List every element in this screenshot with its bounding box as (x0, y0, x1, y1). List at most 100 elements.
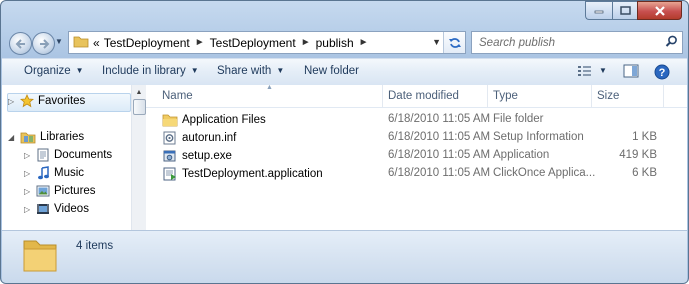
include-in-library-button[interactable]: Include in library ▼ (102, 65, 199, 77)
file-type: File folder (493, 113, 544, 125)
file-size: 419 KB (619, 149, 657, 161)
sidebar-item-documents[interactable]: ▷ Documents (24, 148, 112, 162)
search-box[interactable]: Search publish (471, 31, 683, 54)
maximize-icon (619, 6, 631, 15)
file-date: 6/18/2010 11:05 AM (388, 113, 491, 125)
refresh-button[interactable] (443, 32, 465, 53)
command-bar: Organize ▼ Include in library ▼ Share with… (2, 58, 687, 86)
file-name-cell[interactable]: setup.exe (162, 149, 232, 163)
preview-pane-button[interactable] (623, 64, 639, 81)
music-icon (36, 166, 50, 180)
new-folder-button[interactable]: New folder (304, 65, 359, 77)
sidebar-item-label: Libraries (40, 131, 85, 143)
minimize-button[interactable] (585, 1, 612, 20)
column-header-name[interactable]: Name (162, 90, 193, 102)
back-arrow-icon (15, 38, 25, 49)
expand-arrow-icon[interactable]: ▷ (24, 187, 34, 196)
sidebar-item-favorites[interactable]: ▷ Favorites (8, 94, 85, 108)
file-type: Setup Information (493, 131, 584, 143)
sidebar-item-music[interactable]: ▷ Music (24, 166, 84, 180)
address-bar[interactable]: « TestDeployment ► TestDeployment ► publ… (68, 31, 466, 54)
preview-pane-icon (623, 64, 639, 78)
file-date: 6/18/2010 11:05 AM (388, 131, 491, 143)
sidebar-item-label: Documents (54, 149, 113, 161)
file-type: ClickOnce Applica... (493, 167, 596, 179)
address-overflow[interactable]: « (93, 36, 100, 50)
share-with-label: Share with (217, 65, 272, 77)
file-name-cell[interactable]: TestDeployment.application (162, 167, 323, 181)
file-size: 1 KB (632, 131, 657, 143)
explorer-window: ▼ « TestDeployment ► TestDeployment ► pu… (0, 0, 689, 284)
column-divider[interactable] (591, 85, 592, 107)
expand-arrow-icon[interactable]: ▷ (24, 169, 34, 178)
column-header-date[interactable]: Date modified (388, 90, 459, 102)
close-button[interactable] (637, 1, 682, 20)
scroll-thumb[interactable] (133, 99, 146, 115)
breadcrumb-item[interactable]: publish (316, 36, 354, 50)
include-in-library-label: Include in library (102, 65, 186, 77)
organize-button[interactable]: Organize ▼ (24, 65, 84, 77)
maximize-button[interactable] (612, 1, 637, 20)
scroll-up-icon[interactable]: ▲ (132, 85, 146, 99)
column-divider[interactable] (487, 85, 488, 107)
breadcrumb-item[interactable]: TestDeployment (210, 36, 296, 50)
breadcrumb-arrow-icon[interactable]: ► (195, 37, 205, 48)
column-header-type[interactable]: Type (493, 90, 518, 102)
column-divider[interactable] (663, 85, 664, 107)
file-date: 6/18/2010 11:05 AM (388, 167, 491, 179)
documents-icon (36, 148, 50, 162)
column-header-size[interactable]: Size (597, 90, 619, 102)
close-icon (654, 5, 665, 16)
setup-exe-icon (162, 149, 178, 163)
sort-ascending-icon: ▲ (266, 84, 273, 91)
file-size: 6 KB (632, 167, 657, 179)
sidebar-item-label: Videos (54, 203, 89, 215)
file-row[interactable]: setup.exe 6/18/2010 11:05 AM Application… (146, 147, 687, 165)
recent-pages-dropdown[interactable]: ▼ (55, 37, 63, 46)
clickonce-icon (162, 167, 178, 181)
folder-icon (73, 34, 89, 51)
sidebar-item-pictures[interactable]: ▷ Pictures (24, 184, 96, 198)
breadcrumb-arrow-icon[interactable]: ► (301, 37, 311, 48)
libraries-icon (20, 130, 36, 144)
file-row[interactable]: autorun.inf 6/18/2010 11:05 AM Setup Inf… (146, 129, 687, 147)
share-with-button[interactable]: Share with ▼ (217, 65, 284, 77)
sidebar-item-libraries[interactable]: ◢ Libraries (8, 130, 84, 144)
expand-arrow-icon[interactable]: ▷ (24, 205, 34, 214)
column-divider[interactable] (382, 85, 383, 107)
file-name-cell[interactable]: Application Files (162, 113, 266, 127)
chevron-down-icon: ▼ (276, 66, 285, 75)
file-name: autorun.inf (182, 132, 237, 144)
file-name: setup.exe (182, 150, 232, 162)
file-type: Application (493, 149, 550, 161)
help-button[interactable]: ? (654, 64, 670, 83)
expand-arrow-icon[interactable]: ▷ (24, 151, 34, 160)
search-placeholder[interactable]: Search publish (479, 37, 555, 49)
breadcrumb-arrow-icon[interactable]: ► (359, 37, 369, 48)
search-icon[interactable] (665, 35, 678, 51)
videos-icon (36, 202, 50, 216)
item-count: 4 items (76, 240, 114, 252)
file-name: Application Files (182, 114, 266, 126)
collapse-arrow-icon[interactable]: ◢ (8, 133, 18, 142)
chevron-down-icon: ▼ (190, 66, 199, 75)
setup-info-icon (162, 131, 178, 145)
expand-arrow-icon[interactable]: ▷ (8, 97, 18, 106)
file-row[interactable]: Application Files 6/18/2010 11:05 AM Fil… (146, 111, 687, 129)
breadcrumb-item[interactable]: TestDeployment (104, 36, 190, 50)
back-button[interactable] (9, 32, 32, 55)
address-dropdown-icon[interactable]: ▼ (432, 37, 441, 47)
sidebar-item-label: Music (54, 167, 85, 179)
file-row[interactable]: TestDeployment.application 6/18/2010 11:… (146, 165, 687, 183)
file-list: ▲ Name Date modified Type Size Applicati… (146, 84, 687, 230)
folder-icon (162, 113, 178, 127)
change-view-button[interactable] (577, 65, 593, 80)
view-options-dropdown-icon[interactable]: ▼ (599, 66, 607, 75)
chevron-down-icon: ▼ (75, 66, 84, 75)
navigation-scrollbar[interactable]: ▲ (131, 85, 146, 230)
caption-buttons (585, 1, 682, 20)
file-name-cell[interactable]: autorun.inf (162, 131, 236, 145)
forward-button[interactable] (32, 32, 55, 55)
navigation-pane: ▷ Favorites ◢ Libraries ▷ Documents ▷ Mu… (2, 85, 146, 230)
sidebar-item-videos[interactable]: ▷ Videos (24, 202, 89, 216)
